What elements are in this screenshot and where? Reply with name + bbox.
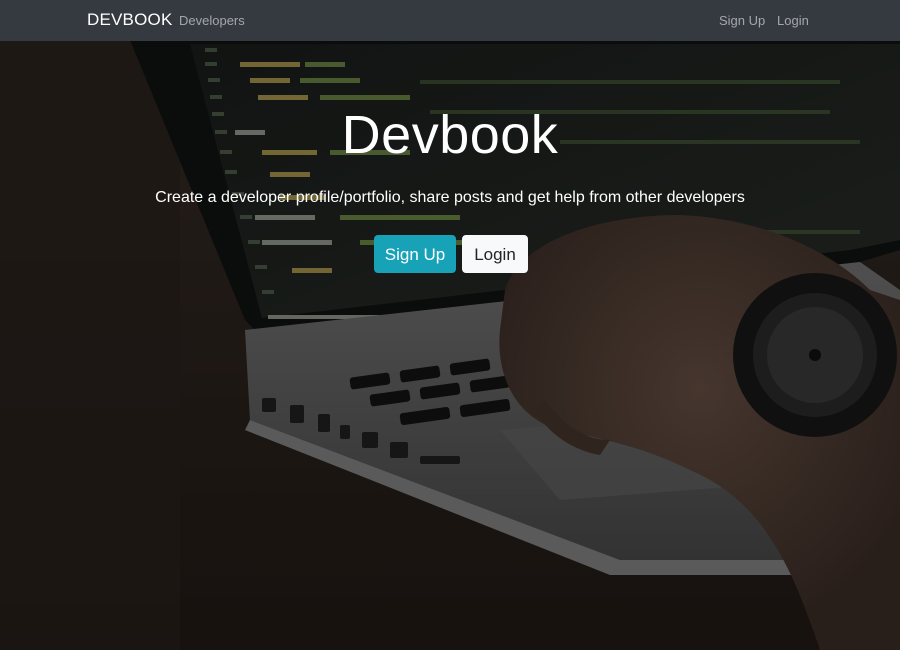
hero-title: Devbook (341, 105, 559, 165)
nav-link-signup[interactable]: Sign Up (719, 13, 765, 28)
nav-link-developers[interactable]: Developers (179, 13, 245, 28)
brand-logo-link[interactable]: DEVBOOK (87, 10, 172, 30)
hero-dark-overlay (0, 0, 900, 650)
top-navbar: DEVBOOK Developers Sign Up Login (0, 0, 900, 41)
landing-page: DEVBOOK Developers Sign Up Login Devbook… (0, 0, 900, 650)
nav-link-login[interactable]: Login (777, 13, 809, 28)
signup-button[interactable]: Sign Up (374, 235, 456, 273)
hero-lead-text: Create a developer profile/portfolio, sh… (155, 189, 745, 206)
login-button[interactable]: Login (462, 235, 528, 273)
